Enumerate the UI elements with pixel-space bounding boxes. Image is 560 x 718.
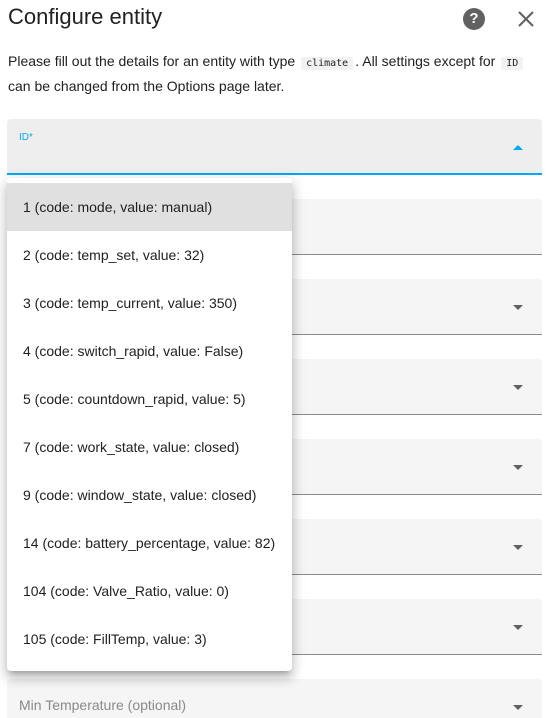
entity-type-code: climate bbox=[301, 57, 354, 70]
menu-item-3[interactable]: 3 (code: temp_current, value: 350) bbox=[7, 279, 292, 327]
id-dropdown-menu: 1 (code: mode, value: manual) 2 (code: t… bbox=[7, 178, 292, 671]
min-temperature-field[interactable]: Min Temperature (optional) bbox=[7, 679, 542, 718]
id-code: ID bbox=[501, 57, 524, 70]
dialog-header: Configure entity ? bbox=[0, 0, 560, 40]
id-select-field[interactable]: ID* bbox=[7, 119, 542, 175]
chevron-down-icon bbox=[513, 305, 523, 310]
chevron-down-icon bbox=[513, 545, 523, 550]
chevron-down-icon bbox=[513, 705, 523, 710]
dialog-description: Please fill out the details for an entit… bbox=[8, 50, 548, 97]
menu-item-1[interactable]: 1 (code: mode, value: manual) bbox=[7, 183, 292, 231]
menu-item-105[interactable]: 105 (code: FillTemp, value: 3) bbox=[7, 615, 292, 663]
configure-entity-dialog: Configure entity ? Please fill out the d… bbox=[0, 0, 560, 718]
menu-item-104[interactable]: 104 (code: Valve_Ratio, value: 0) bbox=[7, 567, 292, 615]
help-icon[interactable]: ? bbox=[463, 8, 485, 30]
chevron-down-icon bbox=[513, 465, 523, 470]
description-prefix: Please fill out the details for an entit… bbox=[8, 53, 296, 69]
menu-item-5[interactable]: 5 (code: countdown_rapid, value: 5) bbox=[7, 375, 292, 423]
menu-item-7[interactable]: 7 (code: work_state, value: closed) bbox=[7, 423, 292, 471]
description-suffix: can be changed from the Options page lat… bbox=[8, 78, 285, 94]
menu-item-4[interactable]: 4 (code: switch_rapid, value: False) bbox=[7, 327, 292, 375]
menu-item-9[interactable]: 9 (code: window_state, value: closed) bbox=[7, 471, 292, 519]
chevron-up-icon bbox=[513, 145, 523, 150]
chevron-down-icon bbox=[513, 625, 523, 630]
chevron-down-icon bbox=[513, 385, 523, 390]
dialog-title: Configure entity bbox=[8, 4, 163, 29]
id-field-label: ID* bbox=[19, 132, 33, 143]
min-temperature-label: Min Temperature (optional) bbox=[19, 697, 187, 713]
description-middle: . All settings except for bbox=[355, 53, 496, 69]
menu-item-2[interactable]: 2 (code: temp_set, value: 32) bbox=[7, 231, 292, 279]
close-icon[interactable] bbox=[515, 8, 537, 30]
menu-item-14[interactable]: 14 (code: battery_percentage, value: 82) bbox=[7, 519, 292, 567]
